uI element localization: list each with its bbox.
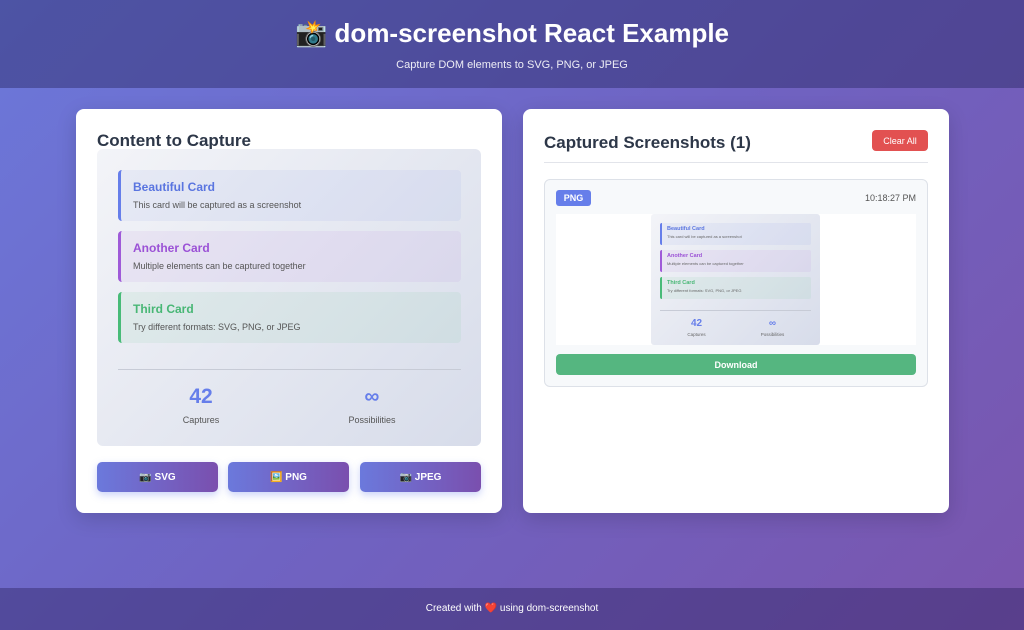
- preview-stat-label: Captures: [669, 332, 724, 337]
- divider: [118, 369, 461, 370]
- card-title: Another Card: [133, 241, 449, 255]
- preview-card: Another Card Multiple elements can be cap…: [660, 250, 811, 272]
- card-title: Third Card: [133, 302, 449, 316]
- download-button[interactable]: Download: [556, 354, 916, 375]
- card-desc: Try different formats: SVG, PNG, or JPEG: [133, 322, 449, 332]
- preview-card-desc: This card will be captured as a screensh…: [667, 234, 806, 239]
- beautiful-card: Beautiful Card This card will be captured…: [118, 170, 461, 221]
- preview-card-title: Beautiful Card: [667, 226, 806, 232]
- stat-label: Captures: [141, 415, 261, 425]
- screenshots-panel: Captured Screenshots (1) Clear All PNG 1…: [523, 109, 949, 513]
- footer: Created with ❤️ using dom-screenshot: [0, 588, 1024, 630]
- header: 📸 dom-screenshot React Example Capture D…: [0, 0, 1024, 88]
- stat-captures: 42 Captures: [141, 385, 261, 425]
- preview-stat-value: ∞: [745, 318, 800, 329]
- capture-jpeg-button[interactable]: 📷 JPEG: [360, 462, 481, 492]
- preview-divider: [660, 310, 811, 311]
- preview-card: Beautiful Card This card will be captured…: [660, 223, 811, 245]
- page-subtitle: Capture DOM elements to SVG, PNG, or JPE…: [0, 59, 1024, 71]
- preview-card: Third Card Try different formats: SVG, PN…: [660, 277, 811, 299]
- capture-svg-button[interactable]: 📷 SVG: [97, 462, 218, 492]
- preview-stat-label: Possibilities: [745, 332, 800, 337]
- clear-all-button[interactable]: Clear All: [872, 130, 928, 151]
- preview-card-title: Another Card: [667, 253, 806, 259]
- page-title: 📸 dom-screenshot React Example: [0, 18, 1024, 49]
- divider: [544, 162, 928, 163]
- screenshot-preview: Beautiful Card This card will be captured…: [556, 214, 916, 345]
- preview-card-desc: Try different formats: SVG, PNG, or JPEG: [667, 288, 806, 293]
- preview-image: Beautiful Card This card will be captured…: [651, 214, 820, 345]
- preview-stat-value: 42: [669, 318, 724, 329]
- third-card: Third Card Try different formats: SVG, PN…: [118, 292, 461, 343]
- screenshot-entry: PNG 10:18:27 PM Beautiful Card This card …: [544, 179, 928, 387]
- content-panel: Content to Capture Beautiful Card This ca…: [76, 109, 502, 513]
- preview-card-desc: Multiple elements can be captured togeth…: [667, 261, 806, 266]
- format-badge: PNG: [556, 190, 591, 206]
- timestamp: 10:18:27 PM: [865, 193, 916, 203]
- stat-possibilities: ∞ Possibilities: [312, 385, 432, 425]
- card-desc: Multiple elements can be captured togeth…: [133, 261, 449, 271]
- stat-value: ∞: [312, 385, 432, 409]
- card-title: Beautiful Card: [133, 180, 449, 194]
- stat-value: 42: [141, 385, 261, 409]
- preview-card-title: Third Card: [667, 280, 806, 286]
- panel-title: Content to Capture: [97, 131, 251, 151]
- capture-png-button[interactable]: 🖼️ PNG: [228, 462, 349, 492]
- capture-area: Beautiful Card This card will be captured…: [97, 149, 481, 446]
- preview-stat: ∞ Possibilities: [745, 318, 800, 337]
- card-desc: This card will be captured as a screensh…: [133, 200, 449, 210]
- another-card: Another Card Multiple elements can be cap…: [118, 231, 461, 282]
- stat-label: Possibilities: [312, 415, 432, 425]
- panel-title: Captured Screenshots (1): [544, 133, 751, 153]
- preview-stat: 42 Captures: [669, 318, 724, 337]
